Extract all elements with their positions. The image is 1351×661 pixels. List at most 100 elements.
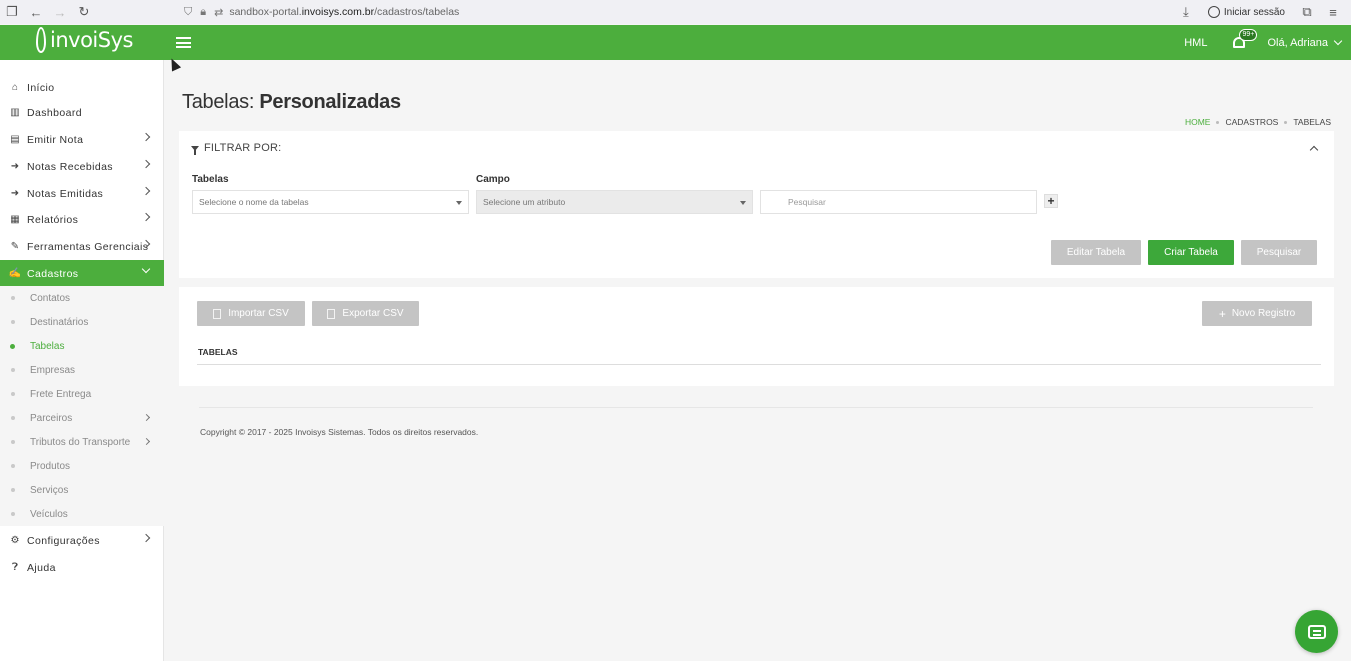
- novo-registro-button[interactable]: + Novo Registro: [1202, 301, 1312, 326]
- pesquisar-button[interactable]: Pesquisar: [1241, 240, 1317, 265]
- help-icon: ❓︎: [11, 562, 18, 573]
- chevron-up-icon[interactable]: [1309, 145, 1319, 155]
- chevron-down-icon: [141, 264, 151, 274]
- criar-tabela-button[interactable]: Criar Tabela: [1148, 240, 1234, 265]
- bullet-icon: [11, 416, 15, 420]
- notification-badge: 99+: [1239, 28, 1258, 41]
- editar-tabela-button[interactable]: Editar Tabela: [1051, 240, 1141, 265]
- login-button[interactable]: Iniciar sessão: [1200, 4, 1293, 20]
- sidebar-item-ferramentas-gerenciais[interactable]: ✎ Ferramentas Gerenciais: [0, 233, 164, 260]
- submenu-item-tributos-do-transporte[interactable]: Tributos do Transporte: [0, 430, 164, 454]
- exportar-csv-button[interactable]: Exportar CSV: [312, 301, 419, 326]
- campo-select[interactable]: Selecione um atributo: [476, 190, 753, 214]
- breadcrumb-tabelas: TABELAS: [1293, 117, 1331, 127]
- sidebar-item-inicio[interactable]: ⌂ Início: [0, 74, 164, 101]
- sidebar-item-configuracoes[interactable]: ⚙ Configurações: [0, 527, 164, 554]
- breadcrumb-home[interactable]: HOME: [1185, 117, 1211, 127]
- account-icon: [1207, 6, 1220, 18]
- hamburger-menu-icon[interactable]: [176, 37, 191, 48]
- breadcrumb: HOME CADASTROS TABELAS: [1185, 117, 1331, 127]
- plus-icon: +: [1218, 306, 1226, 321]
- invoisys-logo[interactable]: invoiSys: [36, 27, 133, 53]
- submenu-item-tabelas[interactable]: Tabelas: [0, 334, 164, 358]
- add-filter-button[interactable]: +: [1044, 194, 1058, 208]
- chevron-down-icon: [1333, 36, 1343, 46]
- sidebar-item-relatorios[interactable]: ▦ Relatórios: [0, 206, 164, 233]
- reload-icon[interactable]: ↻: [72, 0, 96, 24]
- chevron-right-icon: [142, 437, 151, 446]
- filter-icon: [191, 145, 199, 155]
- outbox-arrow-icon: ➜: [10, 188, 20, 199]
- tabelas-label: Tabelas: [192, 174, 229, 185]
- sidebar-item-ajuda[interactable]: ❓︎ Ajuda: [0, 554, 164, 581]
- sidebar-item-notas-recebidas[interactable]: ➜ Notas Recebidas: [0, 153, 164, 180]
- gear-icon: ⚙: [10, 535, 20, 546]
- inbox-arrow-icon: ➜: [10, 161, 20, 172]
- sidebar-item-notas-emitidas[interactable]: ➜ Notas Emitidas: [0, 180, 164, 207]
- file-icon: [213, 308, 222, 319]
- bullet-icon: [11, 392, 15, 396]
- submenu-item-destinatarios[interactable]: Destinatários: [0, 310, 164, 334]
- bullet-icon: [11, 320, 15, 324]
- back-icon[interactable]: ←: [24, 0, 48, 24]
- breadcrumb-separator: [1216, 120, 1220, 124]
- chevron-right-icon: [141, 212, 151, 222]
- chevron-right-icon: [142, 413, 151, 422]
- user-menu[interactable]: Olá, Adriana: [1267, 36, 1343, 49]
- chevron-right-icon: [141, 533, 151, 543]
- submenu-item-veiculos[interactable]: Veículos: [0, 502, 164, 526]
- environment-label: HML: [1184, 36, 1208, 49]
- filter-title: FILTRAR POR:: [191, 142, 281, 155]
- sidebar-item-emitir-nota[interactable]: ▤ Emitir Nota: [0, 126, 164, 153]
- notification-bell-icon[interactable]: 99+: [1231, 28, 1258, 51]
- tabelas-select[interactable]: Selecione o nome da tabelas: [192, 190, 469, 214]
- tab-icon[interactable]: ❐: [0, 0, 24, 24]
- permissions-icon: ⇄: [214, 6, 224, 19]
- sidebar-item-cadastros[interactable]: ✍ Cadastros: [0, 260, 164, 287]
- bullet-icon: [11, 296, 15, 300]
- browser-toolbar: ❐ ← → ↻ ⛉ 🔒︎ ⇄ sandbox-portal.invoisys.c…: [0, 0, 1351, 24]
- sidebar: ⌂ Início ▥ Dashboard ▤ Emitir Nota ➜ Not…: [0, 60, 164, 661]
- url-text: sandbox-portal.invoisys.com.br/cadastros…: [229, 6, 460, 18]
- chat-bubble-icon: [1307, 624, 1326, 639]
- leaf-icon: [36, 27, 46, 53]
- bullet-icon: [11, 464, 15, 468]
- breadcrumb-separator: [1284, 120, 1288, 124]
- bullet-icon: [11, 512, 15, 516]
- submenu-item-produtos[interactable]: Produtos: [0, 454, 164, 478]
- chat-button[interactable]: [1295, 610, 1338, 653]
- breadcrumb-cadastros[interactable]: CADASTROS: [1225, 117, 1278, 127]
- submenu-item-servicos[interactable]: Serviços: [0, 478, 164, 502]
- bullet-icon: [11, 488, 15, 492]
- search-input[interactable]: [760, 190, 1037, 214]
- table-divider: [197, 364, 1321, 365]
- bullet-icon: [10, 344, 15, 349]
- download-icon[interactable]: ⤓: [1174, 0, 1198, 24]
- caret-down-icon: [456, 201, 462, 205]
- file-icon: [327, 308, 336, 319]
- campo-label: Campo: [476, 174, 510, 185]
- menu-icon[interactable]: ≡: [1321, 0, 1345, 24]
- caret-down-icon: [740, 201, 746, 205]
- bar-chart-icon: ▥: [10, 107, 20, 118]
- forward-icon[interactable]: →: [48, 0, 72, 24]
- extensions-icon[interactable]: ⧉: [1295, 0, 1319, 24]
- chevron-right-icon: [141, 186, 151, 196]
- footer-divider: [199, 407, 1313, 408]
- edit-icon: ✍: [8, 268, 22, 279]
- sidebar-item-dashboard[interactable]: ▥ Dashboard: [0, 99, 164, 126]
- filter-panel: FILTRAR POR: Tabelas Selecione o nome da…: [179, 131, 1334, 278]
- submenu-item-parceiros[interactable]: Parceiros: [0, 406, 164, 430]
- address-bar[interactable]: ⛉ 🔒︎ ⇄ sandbox-portal.invoisys.com.br/ca…: [184, 6, 459, 19]
- report-icon: ▦: [10, 214, 20, 225]
- app-header: invoiSys HML 99+ Olá, Adriana: [0, 25, 1351, 60]
- submenu-item-contatos[interactable]: Contatos: [0, 286, 164, 310]
- lock-icon: 🔒︎: [200, 5, 207, 18]
- bullet-icon: [11, 368, 15, 372]
- copyright-text: Copyright © 2017 - 2025 Invoisys Sistema…: [200, 427, 479, 437]
- submenu-item-frete-entrega[interactable]: Frete Entrega: [0, 382, 164, 406]
- submenu-item-empresas[interactable]: Empresas: [0, 358, 164, 382]
- wrench-icon: ✎: [10, 241, 20, 252]
- importar-csv-button[interactable]: Importar CSV: [197, 301, 305, 326]
- home-icon: ⌂: [11, 82, 19, 93]
